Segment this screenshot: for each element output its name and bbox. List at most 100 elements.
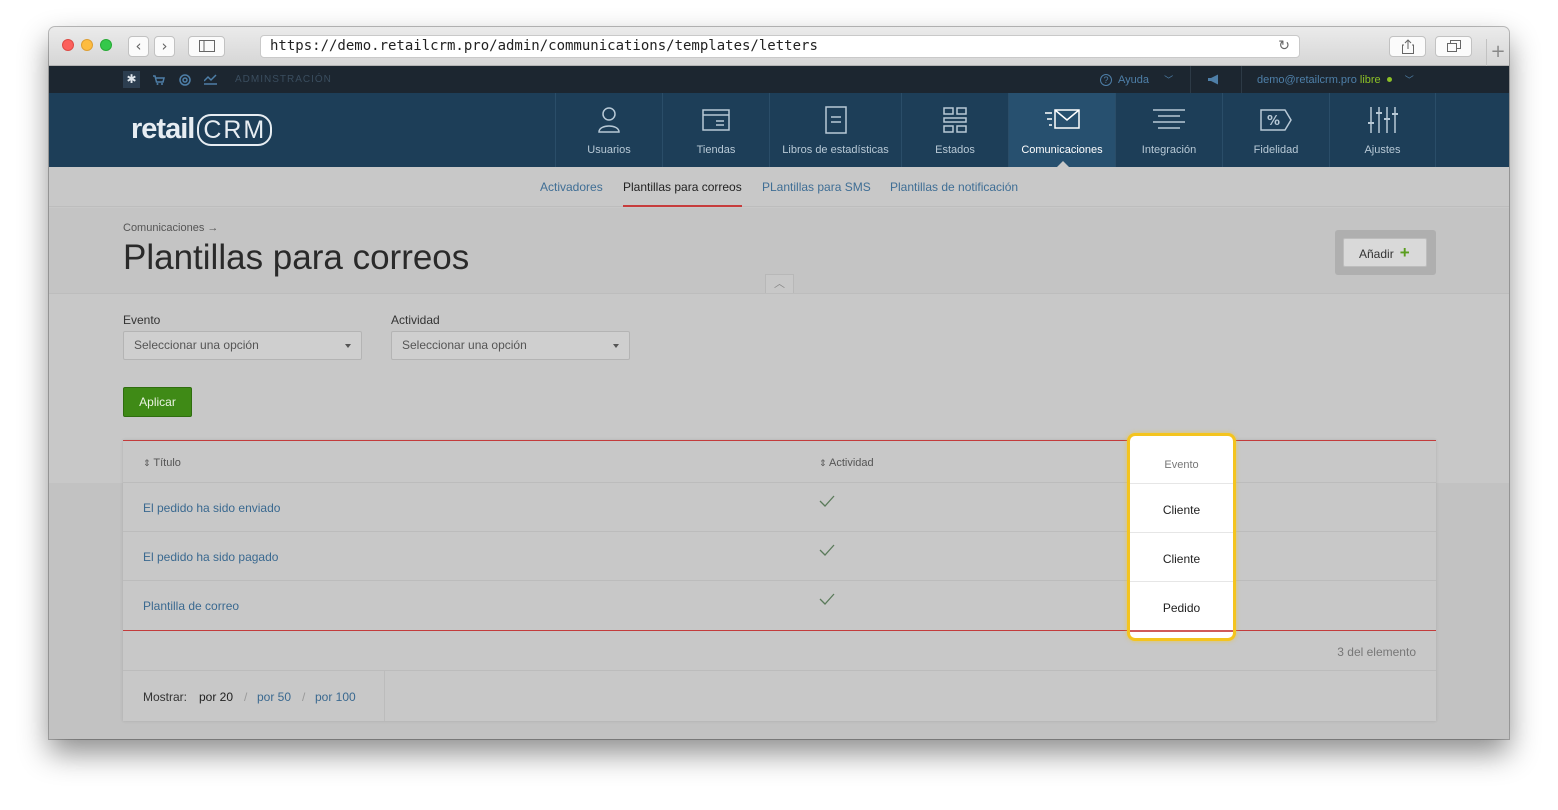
page-size-label: Mostrar: xyxy=(143,690,188,704)
nav-label: Estados xyxy=(935,144,975,156)
share-button[interactable] xyxy=(1389,36,1426,57)
page-size-selector: Mostrar: por 20 / por 50 / por 100 xyxy=(123,671,385,721)
help-label: Ayuda xyxy=(1118,74,1149,86)
sub-navigation: Activadores Plantillas para correos PLan… xyxy=(49,167,1509,207)
gear-icon[interactable]: ✱ xyxy=(123,71,140,88)
add-button[interactable]: Añadir + xyxy=(1343,238,1427,267)
sidebar-toggle-button[interactable] xyxy=(188,36,225,57)
url-text: https://demo.retailcrm.pro/admin/communi… xyxy=(270,38,818,54)
dropdown-arrow-icon xyxy=(345,344,351,348)
divider xyxy=(1190,66,1191,93)
evento-column-highlight: Evento Cliente Cliente Pedido xyxy=(1127,433,1236,641)
new-tab-button[interactable]: + xyxy=(1486,39,1509,66)
nav-item-estados[interactable]: Estados xyxy=(901,93,1008,167)
tab-activadores[interactable]: Activadores xyxy=(540,180,603,194)
table-footer: 3 del elemento xyxy=(123,631,1436,671)
column-header-titulo[interactable]: ⇕ Título xyxy=(143,457,181,469)
event-select-placeholder: Seleccionar una opción xyxy=(134,338,259,352)
lifebuoy-icon[interactable] xyxy=(176,71,193,88)
table-row: El pedido ha sido pagado xyxy=(123,532,1436,581)
template-link[interactable]: El pedido ha sido enviado xyxy=(143,501,280,515)
envelope-icon xyxy=(1045,109,1080,129)
table-row: Plantilla de correo xyxy=(123,581,1436,630)
tab-plantillas-de-notificacion[interactable]: Plantillas de notificación xyxy=(890,180,1018,194)
sort-icon: ⇕ xyxy=(819,459,827,469)
column-header-actividad[interactable]: ⇕ Actividad xyxy=(819,457,874,469)
page-header: Comunicaciones → Plantillas para correos… xyxy=(49,208,1509,293)
event-select[interactable]: Seleccionar una opción xyxy=(123,331,362,360)
online-status-dot xyxy=(1386,77,1392,83)
share-icon xyxy=(1401,39,1414,54)
apply-button[interactable]: Aplicar xyxy=(123,387,192,417)
chevron-up-icon: ︿ xyxy=(774,277,785,290)
sliders-icon xyxy=(1368,107,1398,133)
analytics-icon[interactable] xyxy=(202,71,219,88)
help-link[interactable]: ? Ayuda ﹀ xyxy=(1100,73,1173,86)
separator: / xyxy=(244,690,248,704)
event-filter-label: Evento xyxy=(123,313,161,327)
column-header-evento[interactable]: Evento xyxy=(1130,459,1233,471)
admin-section-label: ADMINSTRACIÓN xyxy=(235,74,332,85)
nav-item-fidelidad[interactable]: % Fidelidad xyxy=(1222,93,1329,167)
book-icon xyxy=(825,106,847,134)
minimize-window-button[interactable] xyxy=(81,39,93,51)
dropdown-arrow-icon xyxy=(613,344,619,348)
reload-icon[interactable]: ↻ xyxy=(1278,36,1290,57)
chevron-down-icon: ﹀ xyxy=(1404,76,1414,86)
template-link[interactable]: Plantilla de correo xyxy=(143,599,239,613)
cart-icon[interactable] xyxy=(150,71,167,88)
nav-item-libros-de-estadisticas[interactable]: Libros de estadísticas xyxy=(769,93,901,167)
browser-window: ‹ › https://demo.retailcrm.pro/admin/com… xyxy=(49,27,1509,739)
nav-item-comunicaciones[interactable]: Comunicaciones xyxy=(1008,93,1115,167)
user-menu[interactable]: demo@retailcrm.pro libre ﹀ xyxy=(1257,73,1414,86)
plus-icon: + xyxy=(1399,243,1410,262)
sort-icon: ⇕ xyxy=(143,459,151,469)
nav-label: Integración xyxy=(1141,144,1197,156)
nav-item-ajustes[interactable]: Ajustes xyxy=(1329,93,1436,167)
percent-tag-icon: % xyxy=(1260,109,1292,131)
forward-button[interactable]: › xyxy=(154,36,175,57)
nav-item-integracion[interactable]: Integración xyxy=(1115,93,1222,167)
megaphone-icon[interactable] xyxy=(1205,71,1222,88)
address-bar[interactable]: https://demo.retailcrm.pro/admin/communi… xyxy=(260,35,1300,58)
nav-label: Comunicaciones xyxy=(1021,144,1103,156)
divider xyxy=(1130,532,1233,533)
templates-table: ⇕ Título ⇕ Actividad El pedido ha sido e… xyxy=(123,440,1436,721)
tabs-overview-button[interactable] xyxy=(1435,36,1472,57)
template-link[interactable]: El pedido ha sido pagado xyxy=(143,550,278,564)
chevron-left-icon: ‹ xyxy=(135,37,142,55)
page-size-100[interactable]: por 100 xyxy=(315,690,356,704)
chevron-right-icon: › xyxy=(161,37,168,55)
checkmark-icon xyxy=(819,593,835,605)
divider xyxy=(1241,66,1242,93)
tab-plantillas-para-sms[interactable]: PLantillas para SMS xyxy=(762,180,871,194)
tab-plantillas-para-correos[interactable]: Plantillas para correos xyxy=(623,180,742,194)
help-icon: ? xyxy=(1100,74,1112,86)
close-window-button[interactable] xyxy=(62,39,74,51)
collapse-filters-button[interactable]: ︿ xyxy=(765,274,794,293)
back-button[interactable]: ‹ xyxy=(128,36,149,57)
nav-label: Usuarios xyxy=(587,144,631,156)
event-cell: Cliente xyxy=(1162,552,1201,566)
breadcrumb[interactable]: Comunicaciones → xyxy=(123,222,218,234)
page-size-20[interactable]: por 20 xyxy=(199,690,233,704)
column-header-label: Título xyxy=(153,457,181,469)
activity-select[interactable]: Seleccionar una opción xyxy=(391,331,630,360)
nav-item-tiendas[interactable]: Tiendas xyxy=(662,93,769,167)
sidebar-icon xyxy=(198,40,215,52)
checkmark-icon xyxy=(819,495,835,507)
active-tab-underline xyxy=(623,205,742,207)
zoom-window-button[interactable] xyxy=(100,39,112,51)
page-size-50[interactable]: por 50 xyxy=(257,690,291,704)
plan-label: libre xyxy=(1359,74,1381,86)
table-header: ⇕ Título ⇕ Actividad xyxy=(123,441,1436,483)
retailcrm-logo[interactable]: retail CRM xyxy=(131,113,273,146)
page-title: Plantillas para correos xyxy=(123,238,470,277)
add-button-label: Añadir xyxy=(1359,247,1394,261)
plus-icon: + xyxy=(1490,41,1506,62)
event-cell: Cliente xyxy=(1162,503,1201,517)
svg-text:%: % xyxy=(1267,114,1280,129)
tabs-icon xyxy=(1446,40,1461,52)
nav-label: Libros de estadísticas xyxy=(782,144,889,156)
nav-item-usuarios[interactable]: Usuarios xyxy=(555,93,662,167)
